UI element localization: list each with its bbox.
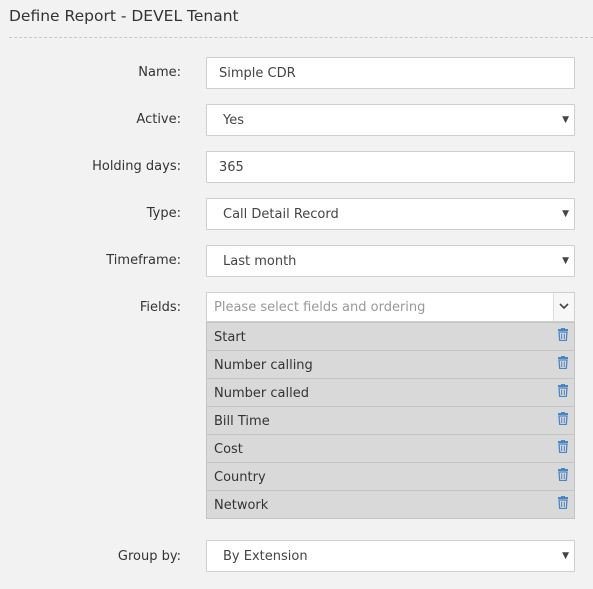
name-label: Name: xyxy=(138,65,181,80)
holding-days-label: Holding days: xyxy=(92,159,181,174)
active-label: Active: xyxy=(136,112,181,127)
fields-selected-list: Start Number calling Number called Bill … xyxy=(206,322,575,519)
dropdown-arrow-icon: ▼ xyxy=(562,115,569,125)
type-label: Type: xyxy=(146,206,181,221)
trash-icon[interactable] xyxy=(557,356,569,369)
field-item-label: Start xyxy=(214,330,246,345)
type-select[interactable]: Call Detail Record ▼ xyxy=(206,198,575,230)
fields-label: Fields: xyxy=(139,300,181,315)
chevron-down-icon xyxy=(559,303,569,310)
field-item-label: Number called xyxy=(214,386,309,401)
field-item[interactable]: Number calling xyxy=(206,351,575,379)
trash-icon[interactable] xyxy=(557,412,569,425)
fields-placeholder: Please select fields and ordering xyxy=(214,300,426,315)
dropdown-arrow-icon: ▼ xyxy=(562,209,569,219)
active-select[interactable]: Yes ▼ xyxy=(206,104,575,136)
field-item-label: Cost xyxy=(214,442,243,457)
field-item-label: Bill Time xyxy=(214,414,270,429)
dropdown-arrow-icon: ▼ xyxy=(562,256,569,266)
fields-expand-button[interactable] xyxy=(553,293,574,321)
trash-icon[interactable] xyxy=(557,384,569,397)
field-item[interactable]: Start xyxy=(206,322,575,351)
group-by-value: By Extension xyxy=(223,549,308,564)
name-value: Simple CDR xyxy=(219,66,296,81)
type-value: Call Detail Record xyxy=(223,207,339,222)
holding-days-value: 365 xyxy=(219,160,244,175)
field-item[interactable]: Bill Time xyxy=(206,407,575,435)
field-item-label: Network xyxy=(214,498,269,513)
timeframe-value: Last month xyxy=(223,254,297,269)
page-title: Define Report - DEVEL Tenant xyxy=(9,7,239,25)
field-item-label: Country xyxy=(214,470,266,485)
active-value: Yes xyxy=(223,113,244,128)
field-item[interactable]: Number called xyxy=(206,379,575,407)
trash-icon[interactable] xyxy=(557,496,569,509)
trash-icon[interactable] xyxy=(557,468,569,481)
timeframe-label: Timeframe: xyxy=(106,253,181,268)
field-item-label: Number calling xyxy=(214,358,313,373)
title-divider xyxy=(9,37,593,38)
holding-days-field[interactable]: 365 xyxy=(206,151,575,183)
name-field[interactable]: Simple CDR xyxy=(206,57,575,89)
field-item[interactable]: Network xyxy=(206,491,575,519)
group-by-select[interactable]: By Extension ▼ xyxy=(206,540,575,572)
field-item[interactable]: Cost xyxy=(206,435,575,463)
timeframe-select[interactable]: Last month ▼ xyxy=(206,245,575,277)
trash-icon[interactable] xyxy=(557,440,569,453)
fields-multiselect[interactable]: Please select fields and ordering xyxy=(206,292,575,322)
trash-icon[interactable] xyxy=(557,328,569,341)
field-item[interactable]: Country xyxy=(206,463,575,491)
dropdown-arrow-icon: ▼ xyxy=(562,551,569,561)
group-by-label: Group by: xyxy=(117,549,181,564)
